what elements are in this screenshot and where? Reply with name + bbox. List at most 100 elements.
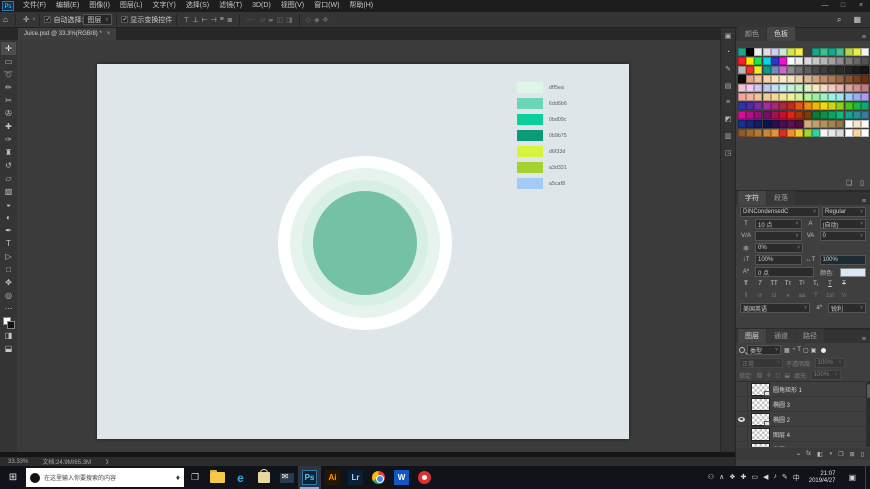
color-swatch[interactable] [779,93,787,101]
color-swatch[interactable] [804,120,812,128]
tray-icon-3[interactable]: ❖ [729,473,735,483]
color-swatch[interactable] [795,129,803,137]
path-selection-tool[interactable]: ▷ [1,250,16,263]
opentype-button-8[interactable]: ½ [838,292,850,301]
color-swatch[interactable] [763,48,771,56]
threed-mode-icon-2[interactable]: ◆ [314,16,319,24]
color-swatch[interactable] [787,48,795,56]
color-swatch[interactable] [763,111,771,119]
visibility-toggle[interactable] [736,442,748,447]
blur-tool[interactable]: ◒ [1,198,16,211]
color-swatch[interactable] [836,48,844,56]
color-swatch[interactable] [779,84,787,92]
language-dropdown[interactable]: 美国英语 ˅ [740,303,810,313]
color-swatch[interactable] [754,84,762,92]
text-style-button-4[interactable]: Tт [782,280,794,289]
menu-item-10[interactable]: 窗口(W) [309,0,344,12]
color-swatch[interactable] [763,102,771,110]
taskbar-app-illustrator[interactable]: Ai [321,466,344,489]
action-center-icon[interactable]: ▣ [844,473,860,482]
color-swatch[interactable] [812,84,820,92]
layer-mask-icon[interactable]: ◧ [817,451,823,458]
layers-scrollbar[interactable] [866,382,870,447]
align-icon-3[interactable]: ⊢ [202,16,208,24]
new-layer-icon[interactable]: ⊞ [850,451,855,458]
color-swatch[interactable] [820,75,828,83]
color-swatch[interactable] [861,120,869,128]
align-icon-2[interactable]: ⊥ [192,16,198,24]
font-family-dropdown[interactable]: DINCondensedC ˅ [740,207,819,217]
tray-icon-6[interactable]: ◀ [763,473,768,483]
color-swatch[interactable] [820,57,828,65]
menu-item-4[interactable]: 图层(L) [115,0,148,12]
layer-row[interactable]: 圆角矩形 1 [736,382,870,397]
color-swatch[interactable] [746,111,754,119]
lock-icon-1[interactable]: ▨ [756,372,764,379]
color-swatch[interactable] [836,66,844,74]
taskbar-app-word[interactable]: W [390,466,413,489]
color-swatch[interactable] [754,120,762,128]
color-swatch[interactable] [812,75,820,83]
layer-row[interactable]: 椭圆 2 [736,412,870,427]
checkbox-checked-icon[interactable]: ✓ [121,16,128,23]
color-swatch[interactable] [795,48,803,56]
color-swatch[interactable] [836,57,844,65]
tracking-field[interactable]: 0 ˅ [820,231,867,241]
color-swatch[interactable] [738,66,746,74]
distribute-icon-3[interactable]: ◫ [277,16,284,24]
color-swatch[interactable] [820,48,828,56]
color-swatch[interactable] [853,48,861,56]
collapsed-panel-icon-8[interactable]: ◳ [725,149,732,157]
color-swatch[interactable] [804,93,812,101]
taskbar-app-store[interactable] [252,466,275,489]
color-swatch[interactable] [812,48,820,56]
font-style-dropdown[interactable]: Regular ˅ [822,207,866,217]
opentype-button-2[interactable]: ơ [754,292,766,301]
antialias-dropdown[interactable]: 锐利 ˅ [828,303,866,313]
color-swatch[interactable] [853,102,861,110]
quick-selection-tool[interactable]: ✏ [1,81,16,94]
foreground-background-colors[interactable] [3,317,15,329]
gradient-tool[interactable]: ▨ [1,185,16,198]
color-swatch[interactable] [853,57,861,65]
color-swatch[interactable] [763,129,771,137]
tray-icon-9[interactable]: 中 [793,473,800,483]
chevron-down-icon[interactable]: ˅ [33,17,36,23]
tray-icon-7[interactable]: ♪ [773,473,777,483]
type-tool[interactable]: T [1,237,16,250]
panel-menu-icon[interactable]: ≡ [862,336,866,343]
healing-brush-tool[interactable]: ✚ [1,120,16,133]
task-view-button[interactable]: ❐ [184,472,206,483]
color-swatch[interactable] [763,93,771,101]
lasso-tool[interactable]: ➰ [1,68,16,81]
color-swatch[interactable] [787,102,795,110]
visibility-toggle[interactable] [736,382,748,396]
color-swatch[interactable] [779,111,787,119]
panel-menu-icon[interactable]: ≡ [862,34,866,41]
opentype-button-4[interactable]: ᴀ [782,292,794,301]
shape-tool[interactable]: □ [1,263,16,276]
menu-item-6[interactable]: 选择(S) [181,0,214,12]
taskbar-app-lightroom[interactable]: Lr [344,466,367,489]
taskbar-clock[interactable]: 21:07 2019/4/27 [805,471,840,485]
color-swatch[interactable] [820,102,828,110]
color-swatch[interactable] [754,129,762,137]
vertical-scale-field[interactable]: 100% [755,255,802,265]
color-swatch[interactable] [795,120,803,128]
taskbar-search-box[interactable]: 在这里输入你要搜索的内容 ♦ [26,468,184,487]
blend-mode-dropdown[interactable]: 正常 ˅ [739,358,783,368]
panel-menu-icon[interactable]: ≡ [862,198,866,205]
opentype-button-1[interactable]: fi [740,292,752,301]
color-swatch[interactable] [779,129,787,137]
pen-tool[interactable]: ✒ [1,224,16,237]
status-caret-icon[interactable]: ❯ [105,459,109,465]
taskbar-app-photoshop[interactable]: Ps [298,466,321,489]
collapsed-panel-icon-1[interactable]: ▣ [725,32,732,40]
lock-icon-2[interactable]: ✛ [765,372,772,379]
distribute-icon-4[interactable]: ◨ [286,16,293,24]
distribute-icon-1[interactable]: ▱ [260,16,265,24]
opentype-button-5[interactable]: aa [796,292,808,301]
maximize-button[interactable]: □ [834,0,852,12]
color-swatch[interactable] [795,111,803,119]
color-swatch[interactable] [746,66,754,74]
